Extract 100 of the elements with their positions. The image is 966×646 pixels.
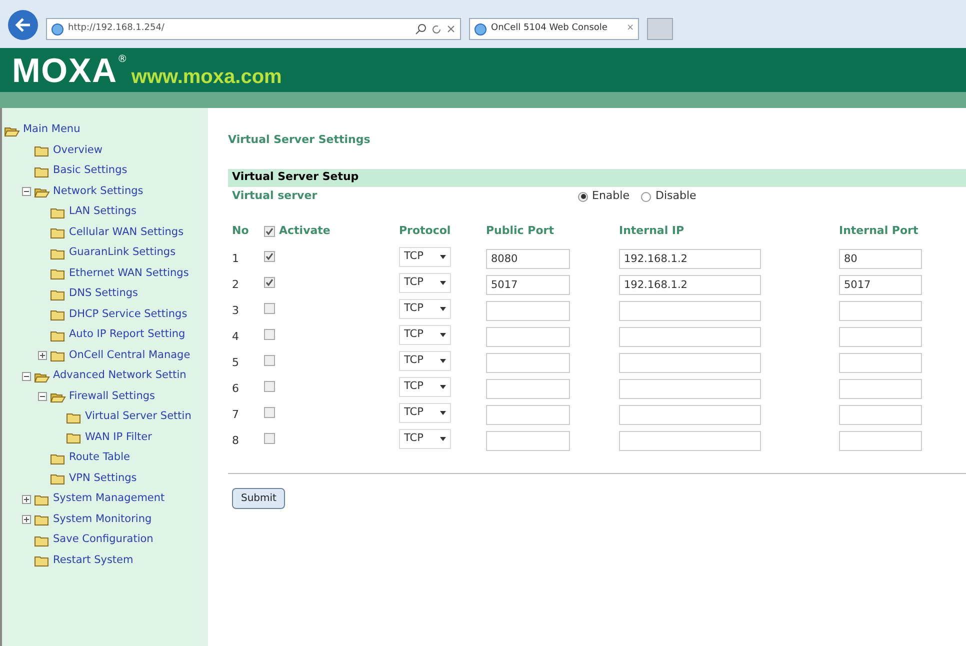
- text-field[interactable]: [486, 430, 570, 450]
- menu-item[interactable]: DNS Settings: [69, 286, 138, 302]
- menu-item[interactable]: Virtual Server Settin: [85, 409, 192, 426]
- text-field[interactable]: [619, 404, 761, 424]
- text-field[interactable]: [619, 378, 761, 398]
- text-field[interactable]: [486, 352, 570, 372]
- menu-item[interactable]: Ethernet WAN Settings: [69, 266, 189, 282]
- folder-icon: [50, 267, 66, 280]
- tab-title: OnCell 5104 Web Console: [491, 22, 608, 36]
- protocol-dropdown[interactable]: TCP: [399, 272, 451, 292]
- checkbox[interactable]: [264, 303, 275, 314]
- expand-icon[interactable]: [22, 494, 31, 504]
- expand-icon[interactable]: [22, 515, 31, 524]
- menu-item[interactable]: Firewall Settings: [69, 388, 155, 405]
- new-tab-button[interactable]: [647, 18, 673, 40]
- row-number: 2: [232, 278, 239, 290]
- radio-button[interactable]: [641, 192, 652, 202]
- menu-item[interactable]: Save Configuration: [53, 532, 154, 548]
- column-header: Internal Port: [839, 223, 918, 240]
- menu-item[interactable]: OnCell Central Manage: [69, 348, 190, 364]
- text-field[interactable]: [839, 352, 922, 372]
- text-field[interactable]: [619, 352, 761, 372]
- folder-icon: [66, 431, 82, 444]
- protocol-dropdown[interactable]: TCP: [399, 324, 451, 344]
- folder-icon: [66, 410, 82, 424]
- menu-item[interactable]: Network Settings: [53, 184, 144, 200]
- checkbox[interactable]: [264, 329, 275, 340]
- menu-item[interactable]: DHCP Service Settings: [69, 306, 188, 323]
- checkbox[interactable]: [264, 407, 275, 418]
- menu-item[interactable]: System Monitoring: [53, 512, 152, 528]
- back-button[interactable]: [8, 10, 38, 40]
- folder-icon: [34, 144, 50, 158]
- checkbox[interactable]: [264, 355, 275, 366]
- column-header: Activate: [279, 223, 330, 240]
- text-field[interactable]: [619, 326, 761, 346]
- radio-button[interactable]: [578, 192, 588, 202]
- search-icon[interactable]: [415, 23, 427, 35]
- text-field[interactable]: [839, 300, 922, 320]
- caret-icon: [440, 280, 446, 284]
- text-field[interactable]: [486, 300, 570, 320]
- text-field[interactable]: [486, 326, 570, 346]
- menu-item[interactable]: Route Table: [69, 450, 130, 466]
- text-field[interactable]: [486, 404, 570, 424]
- text-field[interactable]: [619, 430, 761, 450]
- text-field[interactable]: 8080: [486, 248, 570, 268]
- protocol-dropdown[interactable]: TCP: [399, 246, 451, 266]
- menu-root[interactable]: Main Menu: [23, 122, 80, 138]
- collapse-icon[interactable]: [22, 187, 31, 196]
- menu-item[interactable]: Advanced Network Settin: [53, 368, 186, 384]
- close-icon[interactable]: [446, 24, 456, 34]
- checkbox[interactable]: [264, 251, 275, 262]
- checkbox[interactable]: [264, 226, 275, 237]
- menu-item[interactable]: LAN Settings: [69, 204, 137, 220]
- text-field[interactable]: [839, 404, 922, 424]
- checkbox[interactable]: [264, 433, 275, 444]
- text-field[interactable]: [619, 300, 761, 320]
- protocol-dropdown[interactable]: TCP: [399, 350, 451, 370]
- menu-item[interactable]: GuaranLink Settings: [69, 245, 176, 262]
- menu-item[interactable]: WAN IP Filter: [85, 430, 152, 446]
- folder-icon: [50, 288, 66, 301]
- text-field[interactable]: [839, 326, 922, 346]
- checkbox[interactable]: [264, 381, 275, 392]
- menu-item[interactable]: Restart System: [53, 552, 134, 569]
- caret-icon: [440, 436, 446, 440]
- protocol-dropdown[interactable]: TCP: [399, 298, 451, 318]
- protocol-dropdown[interactable]: TCP: [399, 402, 451, 422]
- submit-button[interactable]: Submit: [232, 488, 286, 508]
- caret-icon: [440, 358, 446, 362]
- section-title: Virtual Server Setup: [232, 169, 359, 186]
- protocol-dropdown[interactable]: TCP: [399, 376, 451, 396]
- text-field[interactable]: 80: [839, 248, 922, 268]
- browser-tab[interactable]: OnCell 5104 Web Console ×: [469, 18, 639, 40]
- folder-icon: [50, 246, 66, 260]
- menu-item[interactable]: VPN Settings: [69, 470, 137, 487]
- text-field[interactable]: 5017: [486, 274, 570, 294]
- menu-item[interactable]: Auto IP Report Setting: [69, 327, 186, 344]
- field-label: Virtual server: [232, 188, 318, 204]
- checkbox[interactable]: [264, 277, 275, 288]
- expand-icon[interactable]: [38, 351, 47, 360]
- text-field[interactable]: [486, 378, 570, 398]
- menu-item[interactable]: Basic Settings: [53, 163, 128, 180]
- address-bar[interactable]: http://192.168.1.254/: [46, 18, 461, 40]
- row-number: 8: [232, 434, 239, 446]
- text-field[interactable]: 5017: [839, 274, 922, 294]
- tab-close[interactable]: ×: [626, 22, 634, 36]
- text-field[interactable]: 192.168.1.2: [619, 274, 761, 294]
- text-field[interactable]: 192.168.1.2: [619, 248, 761, 268]
- collapse-icon[interactable]: [38, 392, 47, 402]
- refresh-icon[interactable]: [431, 24, 442, 34]
- text-field[interactable]: [839, 430, 922, 450]
- menu-item[interactable]: Cellular WAN Settings: [69, 224, 184, 241]
- menu-item[interactable]: System Management: [53, 491, 165, 508]
- caret-icon: [440, 410, 446, 414]
- folder-icon: [34, 554, 50, 568]
- site-link[interactable]: www.moxa.com: [131, 67, 282, 87]
- text-field[interactable]: [839, 378, 922, 398]
- protocol-dropdown[interactable]: TCP: [399, 428, 451, 448]
- collapse-icon[interactable]: [22, 372, 31, 381]
- folder-icon: [50, 472, 66, 486]
- menu-item[interactable]: Overview: [53, 142, 102, 159]
